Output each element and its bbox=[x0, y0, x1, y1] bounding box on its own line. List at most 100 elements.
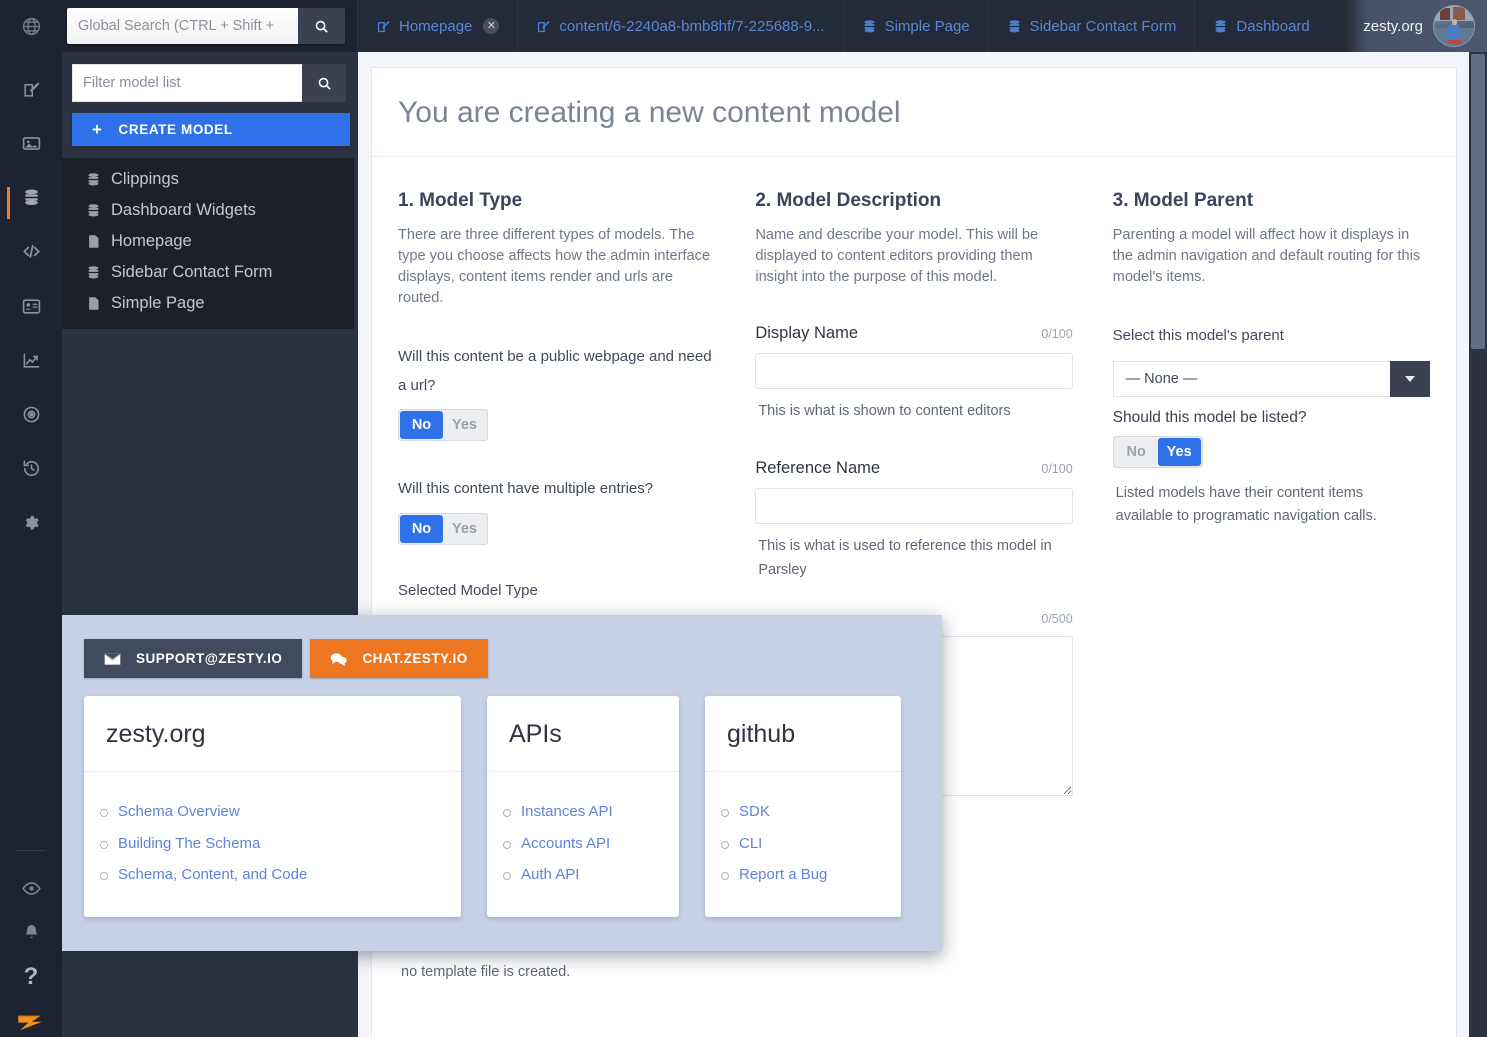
help-link[interactable]: Auth API bbox=[503, 859, 657, 891]
history-icon bbox=[23, 460, 39, 477]
model-item-label: Clippings bbox=[111, 170, 179, 188]
section-heading-model-description: 2. Model Description bbox=[755, 190, 942, 211]
model-item-homepage[interactable]: Homepage bbox=[62, 226, 354, 257]
bell-icon bbox=[25, 925, 37, 939]
database-icon bbox=[864, 19, 875, 32]
help-link[interactable]: Schema, Content, and Code bbox=[100, 859, 439, 891]
help-link[interactable]: SDK bbox=[721, 796, 879, 828]
chevron-down-icon[interactable] bbox=[1389, 360, 1430, 397]
section-intro-model-description: Name and describe your model. This will … bbox=[755, 227, 1039, 285]
help-contact-buttons: SUPPORT@ZESTY.IO CHAT.ZESTY.IO bbox=[84, 639, 920, 678]
rail-item-help[interactable]: ? bbox=[0, 955, 62, 999]
database-icon bbox=[88, 266, 99, 279]
close-icon[interactable]: ✕ bbox=[483, 18, 500, 34]
help-link[interactable]: Building The Schema bbox=[100, 828, 439, 860]
avatar[interactable] bbox=[1433, 5, 1475, 47]
envelope-icon bbox=[104, 652, 121, 665]
parent-select[interactable]: — None — bbox=[1112, 360, 1430, 397]
rail-item-code[interactable] bbox=[0, 235, 62, 269]
rail-item-preview[interactable] bbox=[0, 867, 62, 911]
tab-content-item[interactable]: content/6-2240a8-bmb8hf/7-225688-9... bbox=[517, 0, 842, 52]
global-search-input[interactable] bbox=[67, 8, 298, 44]
contact-card-icon bbox=[22, 299, 40, 314]
section-heading-model-parent: 3. Model Parent bbox=[1112, 190, 1254, 211]
model-item-simple-page[interactable]: Simple Page bbox=[62, 288, 354, 319]
support-email-label: SUPPORT@ZESTY.IO bbox=[136, 651, 283, 666]
help-link[interactable]: Accounts API bbox=[503, 828, 657, 860]
help-link[interactable]: CLI bbox=[721, 828, 879, 860]
toggle-public-webpage[interactable]: No Yes bbox=[398, 409, 488, 441]
support-email-button[interactable]: SUPPORT@ZESTY.IO bbox=[84, 639, 303, 678]
section-heading-model-type: 1. Model Type bbox=[398, 190, 523, 211]
rail-item-audit-trail[interactable] bbox=[0, 452, 62, 486]
help-link[interactable]: Report a Bug bbox=[721, 859, 879, 891]
page-scrollbar-thumb[interactable] bbox=[1471, 54, 1485, 349]
edit-icon bbox=[23, 82, 39, 97]
question-public-webpage-label: Will this content be a public webpage an… bbox=[398, 348, 712, 394]
tab-sidebar-contact-form[interactable]: Sidebar Contact Form bbox=[987, 0, 1195, 52]
description-counter: 0/500 bbox=[1041, 612, 1073, 627]
model-item-sidebar-contact-form[interactable]: Sidebar Contact Form bbox=[62, 257, 354, 288]
help-overlay-panel: SUPPORT@ZESTY.IO CHAT.ZESTY.IO zesty.org… bbox=[62, 615, 942, 951]
help-card-title: APIs bbox=[487, 696, 679, 772]
top-bar: Homepage ✕ content/6-2240a8-bmb8hf/7-225… bbox=[0, 0, 1487, 52]
reference-name-input[interactable] bbox=[755, 488, 1073, 525]
help-link[interactable]: Instances API bbox=[503, 796, 657, 828]
display-name-input[interactable] bbox=[755, 353, 1073, 389]
account-menu[interactable]: zesty.org bbox=[1345, 0, 1487, 52]
section-intro-model-parent: Parenting a model will affect how it dis… bbox=[1112, 227, 1421, 285]
tab-simple-page[interactable]: Simple Page bbox=[842, 0, 988, 52]
eye-icon bbox=[21, 882, 41, 896]
reference-name-counter: 0/100 bbox=[1041, 462, 1073, 477]
create-model-label: CREATE MODEL bbox=[118, 122, 233, 137]
toggle-multiple-entries-yes[interactable]: Yes bbox=[443, 515, 486, 543]
help-card-links: SDK CLI Report a Bug bbox=[705, 772, 901, 917]
selected-model-type-label: Selected Model Type bbox=[398, 581, 538, 599]
display-name-label-row: Display Name 0/100 bbox=[755, 324, 1072, 343]
rail-item-notifications[interactable] bbox=[0, 911, 62, 955]
column-model-parent: 3. Model Parent Parenting a model will a… bbox=[1112, 190, 1430, 984]
reference-name-label: Reference Name bbox=[755, 459, 881, 478]
left-nav-rail: ? bbox=[0, 52, 62, 1037]
tab-dashboard[interactable]: Dashboard bbox=[1194, 0, 1327, 52]
rail-item-analytics[interactable] bbox=[0, 343, 62, 377]
chat-button[interactable]: CHAT.ZESTY.IO bbox=[310, 639, 488, 678]
plus-icon: + bbox=[92, 120, 103, 139]
database-icon bbox=[24, 189, 38, 206]
toggle-listed[interactable]: No Yes bbox=[1112, 435, 1203, 468]
toggle-multiple-entries-no[interactable]: No bbox=[400, 514, 443, 543]
rail-item-settings[interactable] bbox=[0, 506, 62, 540]
tab-label: Dashboard bbox=[1236, 17, 1310, 35]
rail-item-schema[interactable] bbox=[0, 181, 62, 219]
globe-button[interactable] bbox=[0, 0, 62, 52]
global-search-button[interactable] bbox=[298, 8, 345, 44]
create-model-button[interactable]: + CREATE MODEL bbox=[72, 113, 350, 146]
toggle-public-webpage-yes[interactable]: Yes bbox=[443, 411, 486, 439]
toggle-listed-yes[interactable]: Yes bbox=[1157, 437, 1201, 466]
toggle-public-webpage-no[interactable]: No bbox=[400, 411, 443, 439]
model-filter-search-button[interactable] bbox=[302, 64, 346, 102]
model-item-dashboard-widgets[interactable]: Dashboard Widgets bbox=[62, 195, 354, 226]
rail-item-media[interactable] bbox=[0, 126, 62, 160]
global-search-container bbox=[62, 0, 357, 52]
toggle-multiple-entries[interactable]: No Yes bbox=[398, 512, 488, 545]
model-item-label: Homepage bbox=[111, 232, 192, 250]
tab-label: Sidebar Contact Form bbox=[1029, 17, 1177, 35]
rail-item-leads[interactable] bbox=[0, 289, 62, 323]
rail-item-seo[interactable] bbox=[0, 398, 62, 432]
database-icon bbox=[88, 173, 99, 186]
question-mark-icon: ? bbox=[23, 962, 39, 990]
rail-item-content-edit[interactable] bbox=[0, 72, 62, 106]
help-link[interactable]: Schema Overview bbox=[100, 796, 439, 828]
page-scrollbar[interactable] bbox=[1469, 52, 1487, 1037]
tab-homepage[interactable]: Homepage ✕ bbox=[357, 0, 517, 52]
database-icon bbox=[1009, 19, 1020, 32]
zesty-logo[interactable] bbox=[14, 1009, 48, 1037]
toggle-listed-no[interactable]: No bbox=[1115, 438, 1158, 466]
help-card-links: Schema Overview Building The Schema Sche… bbox=[84, 772, 461, 917]
model-item-clippings[interactable]: Clippings bbox=[62, 164, 354, 195]
display-name-counter: 0/100 bbox=[1041, 327, 1073, 341]
model-filter-input[interactable] bbox=[72, 64, 302, 102]
help-card-zesty-org: zesty.org Schema Overview Building The S… bbox=[84, 696, 461, 917]
tab-label: Homepage bbox=[399, 17, 473, 35]
